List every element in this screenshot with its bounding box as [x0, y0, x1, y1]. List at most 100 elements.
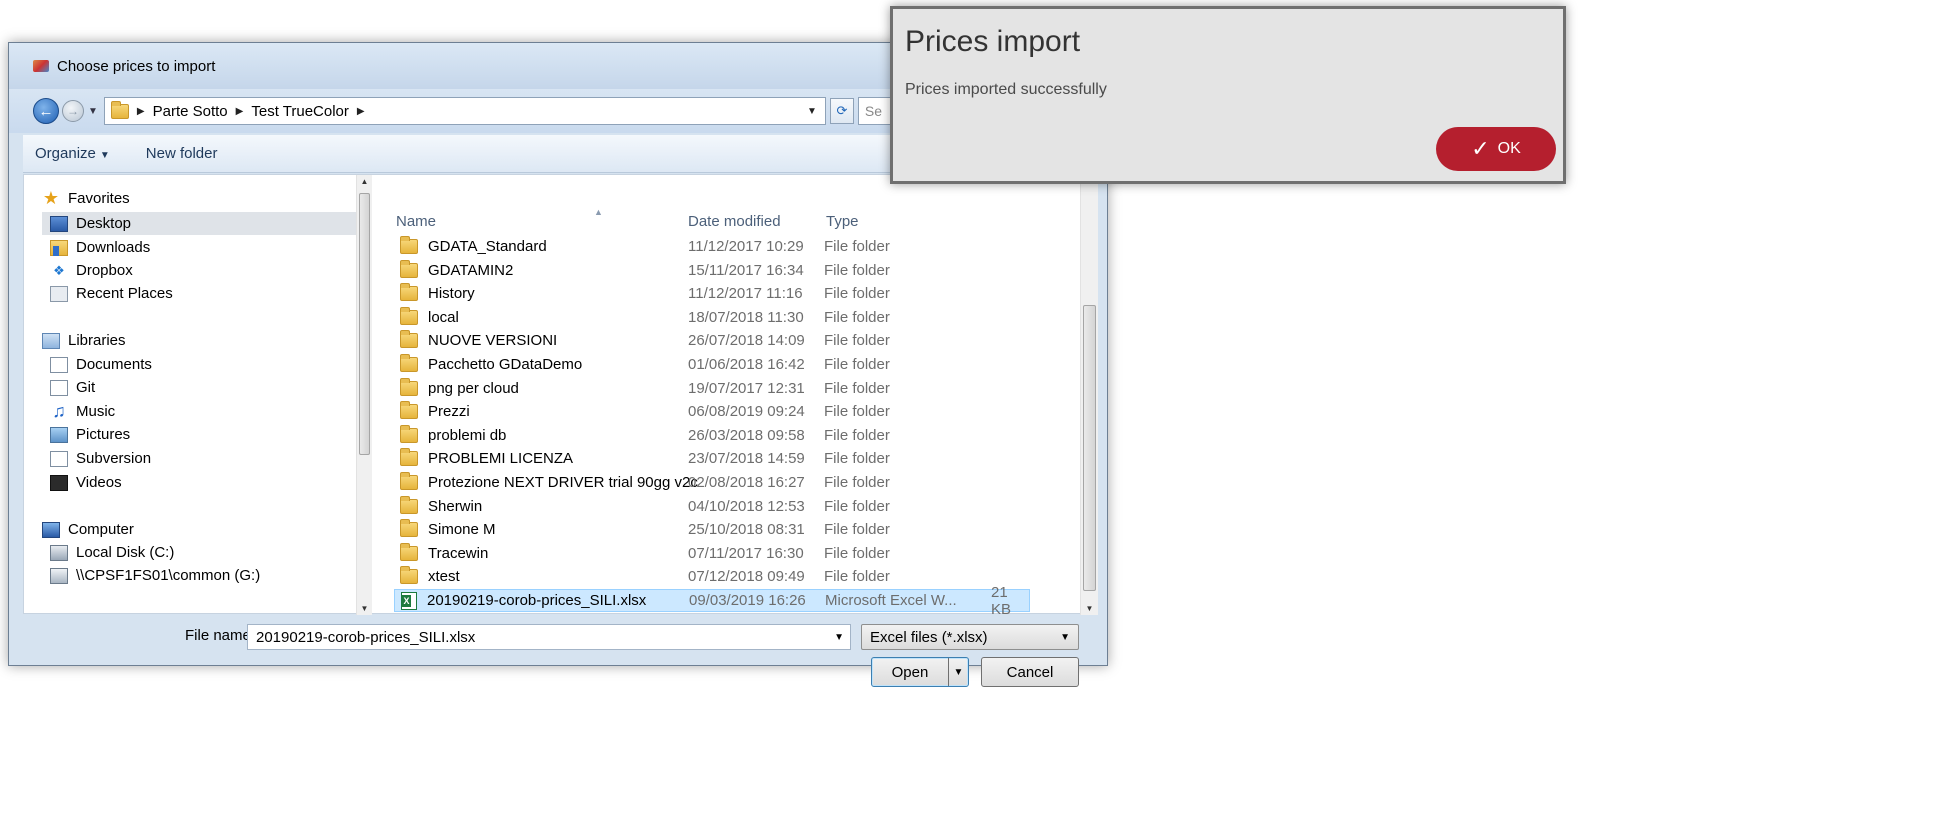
nav-label: Videos — [76, 474, 122, 491]
forward-arrow-icon[interactable]: → — [62, 100, 84, 122]
file-row[interactable]: NUOVE VERSIONI 26/07/2018 14:09 File folde… — [394, 329, 1030, 352]
file-type-cell: File folder — [824, 544, 890, 562]
open-options-dropdown-icon[interactable]: ▼ — [948, 658, 968, 686]
nav-downloads[interactable]: Downloads — [50, 236, 372, 259]
scrollbar-thumb[interactable] — [1083, 305, 1096, 591]
nav-favorites[interactable]: ★ Favorites — [42, 187, 372, 210]
scroll-down-icon[interactable]: ▼ — [357, 604, 372, 613]
file-row[interactable]: GDATA_Standard 11/12/2017 10:29 File folde… — [394, 235, 1030, 258]
column-header-type[interactable]: Type — [826, 213, 859, 230]
navigation-scrollbar[interactable]: ▲ ▼ — [356, 175, 372, 615]
file-row[interactable]: Prezzi 06/08/2019 09:24 File folder — [394, 400, 1030, 423]
chevron-right-icon[interactable]: ▶ — [357, 106, 365, 117]
ok-button[interactable]: ✓ OK — [1436, 127, 1556, 171]
file-name-text: PROBLEMI LICENZA — [428, 450, 574, 468]
recent-locations-dropdown-icon[interactable]: ▼ — [88, 106, 98, 117]
nav-subversion[interactable]: Subversion — [50, 447, 372, 470]
cancel-button[interactable]: Cancel — [981, 657, 1079, 687]
file-name-cell: GDATA_Standard — [400, 236, 547, 255]
folder-icon — [400, 236, 418, 254]
nav-label: Subversion — [76, 450, 152, 467]
file-date-cell: 02/08/2018 16:27 — [688, 474, 805, 491]
scroll-down-icon[interactable]: ▼ — [1081, 604, 1098, 613]
nav-libraries[interactable]: Libraries — [42, 329, 372, 352]
file-list-scrollbar[interactable]: ▲ ▼ — [1080, 175, 1098, 615]
folder-icon — [400, 401, 418, 420]
nav-music[interactable]: ♫ Music — [50, 400, 372, 423]
nav-label: Music — [76, 403, 116, 420]
file-row[interactable]: Simone M 25/10/2018 08:31 File folder — [394, 518, 1030, 541]
file-name-text: History — [428, 285, 475, 303]
nav-label: Pictures — [76, 426, 131, 443]
nav-network-drive[interactable]: \\CPSF1FS01\common (G:) — [50, 564, 372, 587]
file-row[interactable]: local 18/07/2018 11:30 File folder — [394, 306, 1030, 329]
file-row[interactable]: GDATAMIN2 15/11/2017 16:34 File folder — [394, 259, 1030, 282]
file-row[interactable]: 20190219-corob-prices_SILI.xlsx 09/03/201… — [394, 584, 1030, 615]
file-type-cell: File folder — [824, 379, 890, 397]
file-type-cell: File folder — [824, 285, 890, 303]
file-row[interactable]: Pacchetto GDataDemo 01/06/2018 16:42 File … — [394, 353, 1030, 376]
documents-icon — [50, 356, 68, 373]
address-dropdown-icon[interactable]: ▼ — [807, 106, 817, 117]
file-row[interactable]: Sherwin 04/10/2018 12:53 File folder — [394, 495, 1030, 518]
file-name-input[interactable]: 20190219-corob-prices_SILI.xlsx ▼ — [247, 624, 851, 650]
file-type-cell: File folder — [824, 497, 890, 515]
file-date-cell: 07/11/2017 16:30 — [688, 544, 804, 562]
address-bar[interactable]: ▶ Parte Sotto ▶ Test TrueColor ▶ ▼ — [103, 97, 826, 125]
nav-videos[interactable]: Videos — [50, 471, 372, 494]
file-type-filter-select[interactable]: Excel files (*.xlsx) ▼ — [861, 624, 1079, 650]
file-type-cell: File folder — [824, 521, 890, 539]
new-folder-button[interactable]: New folder — [146, 145, 218, 162]
nav-dropbox[interactable]: ❖ Dropbox — [50, 259, 372, 282]
file-type-cell: File folder — [824, 356, 890, 373]
file-date-cell: 07/12/2018 09:49 — [688, 568, 805, 586]
column-header-date[interactable]: Date modified — [688, 213, 781, 230]
folder-icon — [110, 100, 129, 119]
column-header-name[interactable]: Name — [396, 213, 436, 230]
file-type-cell: File folder — [824, 238, 890, 255]
back-arrow-icon[interactable]: ← — [33, 98, 59, 124]
chevron-right-icon[interactable]: ▶ — [236, 106, 244, 117]
chevron-right-icon[interactable]: ▶ — [137, 106, 145, 117]
nav-computer[interactable]: Computer — [42, 518, 372, 541]
file-row[interactable]: History 11/12/2017 11:16 File folder — [394, 282, 1030, 305]
network-drive-icon — [50, 567, 68, 584]
file-name-text: Sherwin — [428, 497, 483, 515]
nav-local-disk[interactable]: Local Disk (C:) — [50, 541, 372, 564]
file-type-cell: File folder — [824, 474, 890, 491]
refresh-icon[interactable]: ⟳ — [829, 98, 854, 124]
file-row[interactable]: Tracewin 07/11/2017 16:30 File folder — [394, 542, 1030, 565]
open-button-label: Open — [891, 663, 929, 681]
sort-ascending-icon: ▲ — [594, 207, 603, 217]
nav-desktop[interactable]: Desktop — [42, 212, 372, 235]
nav-recent-places[interactable]: Recent Places — [50, 282, 372, 305]
file-name-cell: local — [400, 306, 459, 326]
scroll-up-icon[interactable]: ▲ — [357, 177, 372, 186]
file-row[interactable]: png per cloud 19/07/2017 12:31 File folder — [394, 377, 1030, 400]
check-icon: ✓ — [1471, 136, 1490, 161]
file-row[interactable]: xtest 07/12/2018 09:49 File folder — [394, 565, 1030, 588]
chevron-down-icon[interactable]: ▼ — [834, 632, 844, 643]
file-name-text: Pacchetto GDataDemo — [428, 356, 583, 373]
open-button[interactable]: Open ▼ — [871, 657, 969, 687]
folder-icon — [400, 519, 418, 538]
file-row[interactable]: problemi db 26/03/2018 09:58 File folder — [394, 424, 1030, 447]
folder-icon — [400, 495, 418, 514]
nav-documents[interactable]: Documents — [50, 353, 372, 376]
file-name-text: Simone M — [428, 521, 496, 539]
breadcrumb-item[interactable]: Test TrueColor — [251, 103, 349, 120]
file-row[interactable]: PROBLEMI LICENZA 23/07/2018 14:59 File fol… — [394, 447, 1030, 470]
file-name-label: File name: — [185, 627, 256, 644]
app-icon — [33, 60, 49, 72]
nav-pictures[interactable]: Pictures — [50, 423, 372, 446]
file-type-cell: Microsoft Excel W... — [825, 592, 957, 609]
nav-git[interactable]: Git — [50, 376, 372, 399]
file-row[interactable]: Protezione NEXT DRIVER trial 90gg v2c 02/… — [394, 471, 1030, 494]
breadcrumb-item[interactable]: Parte Sotto — [153, 103, 228, 120]
navigation-pane: ★ Favorites Desktop Downloads ❖ Dropbox … — [24, 175, 372, 615]
music-icon: ♫ — [52, 401, 66, 421]
popup-message: Prices imported successfully — [905, 81, 1107, 98]
scrollbar-thumb[interactable] — [359, 193, 370, 455]
file-name-text: local — [428, 308, 459, 326]
organize-button[interactable]: Organize ▼ — [35, 145, 110, 162]
